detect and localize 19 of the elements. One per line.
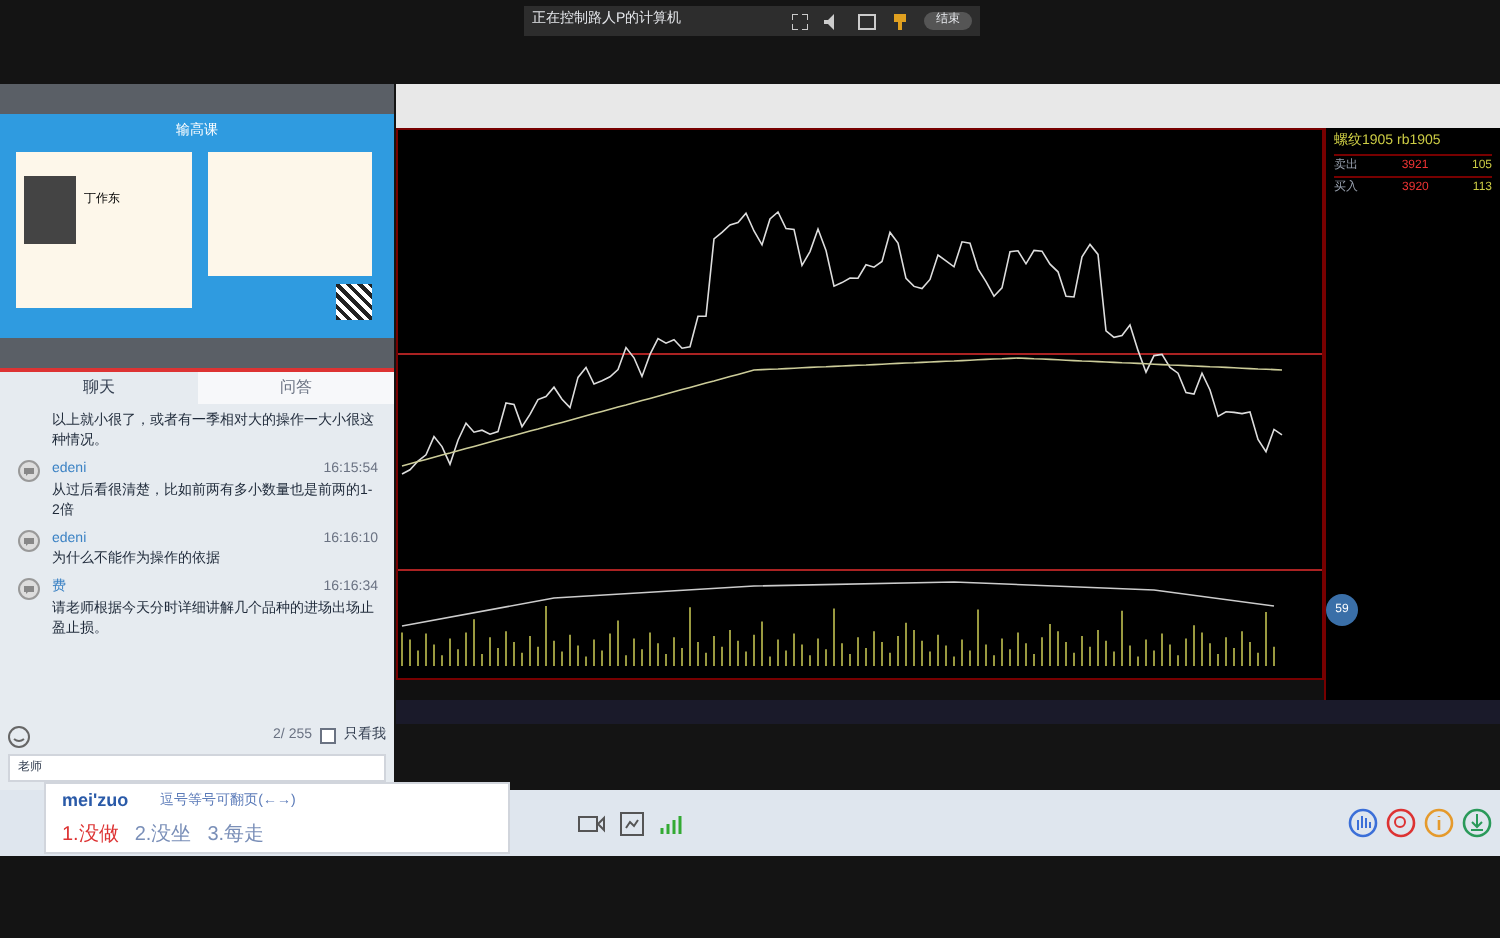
chat-tab[interactable]: 问答	[197, 372, 394, 404]
pinyin-text: mei'zuo	[62, 788, 129, 814]
chat-bubble-icon	[17, 529, 39, 551]
chat-bubble-icon	[17, 578, 39, 600]
chat-bubble-icon	[17, 460, 39, 482]
ime-candidate[interactable]: 2.没坐	[134, 819, 192, 849]
pin-icon[interactable]	[892, 13, 908, 29]
photo-placeholder	[24, 175, 76, 243]
emoji-icon[interactable]	[8, 725, 30, 747]
window-icon[interactable]	[858, 13, 876, 29]
download-icon[interactable]	[1462, 808, 1492, 838]
ime-candidate[interactable]: 1.没做	[62, 819, 119, 849]
signal-icon	[660, 813, 684, 833]
qr-code-icon	[336, 283, 372, 319]
screen-share-icon[interactable]	[620, 811, 644, 835]
video-camera-icon[interactable]	[578, 813, 606, 833]
fullscreen-icon[interactable]	[792, 13, 808, 29]
ime-candidate[interactable]: 3.每走	[207, 819, 265, 849]
only-me-checkbox[interactable]	[320, 728, 336, 744]
